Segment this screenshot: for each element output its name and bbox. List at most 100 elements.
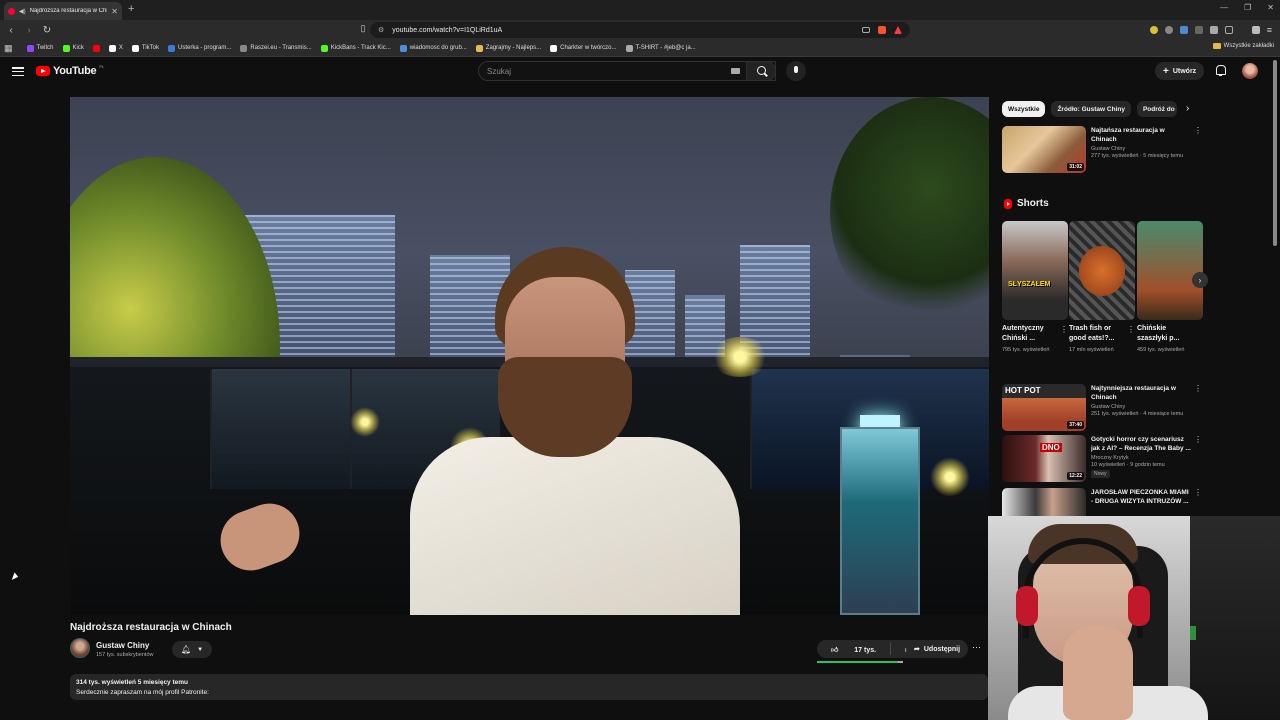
more-options-icon[interactable]: ⋮ (1060, 325, 1068, 334)
address-bar[interactable]: ⚙ youtube.com/watch?v=I1QLiRd1uA (370, 22, 910, 38)
chip-source-channel[interactable]: Źródło: Gustaw Chiny (1051, 101, 1131, 117)
short-item[interactable]: Trash fish or good eats!?... 17 mln wyśw… (1069, 221, 1135, 354)
recommended-video[interactable]: DNO 12:22 Gotycki horror czy scenariusz … (1002, 435, 1202, 482)
keyboard-icon[interactable] (731, 68, 740, 74)
bookmark-item[interactable]: Kick (62, 44, 84, 52)
more-options-icon[interactable]: ⋮ (1194, 384, 1202, 393)
share-button[interactable]: ➦ Udostępnij (906, 640, 969, 658)
speaker-icon[interactable]: ◀) (19, 8, 26, 15)
bottom-area (0, 700, 988, 720)
chips-next-icon[interactable]: › (1186, 103, 1189, 114)
like-ratio-fill (817, 661, 898, 663)
video-title[interactable]: Gotycki horror czy scenariusz jak z AI? … (1091, 435, 1202, 453)
browser-tab-active[interactable]: ◀) Najdroższa restauracja w Chi ✕ (4, 2, 122, 20)
chip-travel[interactable]: Podróż do (1136, 101, 1177, 117)
more-options-icon[interactable]: ⋮ (1194, 435, 1202, 444)
create-button[interactable]: + Utwórz (1155, 62, 1205, 80)
video-channel[interactable]: Gustaw Chiny (1091, 404, 1202, 410)
bookmark-item[interactable]: TikTok (131, 44, 160, 52)
recommended-video[interactable]: HOT POT 37:40 Najtynniejsza restauracja … (1002, 384, 1202, 431)
voice-search-icon[interactable] (786, 61, 806, 81)
search-button[interactable] (746, 61, 776, 81)
short-item[interactable]: SŁYSZAŁEM Autentyczny Chiński ... 795 ty… (1002, 221, 1068, 354)
short-item[interactable]: Chińskie szaszłyki p... 459 tys. wyświet… (1137, 221, 1203, 354)
video-channel[interactable]: Mroczny Krytyk (1091, 455, 1202, 461)
bookmark-item[interactable] (92, 44, 100, 52)
new-tab-button[interactable]: + (128, 3, 134, 15)
video-channel[interactable]: Gustaw Chiny (1091, 146, 1202, 152)
short-title[interactable]: Chińskie szaszłyki p... (1137, 324, 1203, 344)
minimize-icon[interactable]: — (1220, 3, 1228, 12)
bookmark-item[interactable]: Raszei.eu - Transmis... (240, 44, 312, 52)
extension-grey-icon[interactable] (1194, 26, 1203, 34)
bookmark-item[interactable]: Twitch (26, 44, 54, 52)
description-box[interactable]: 314 tys. wyświetleń 5 miesięcy temu Serd… (70, 674, 988, 700)
duration-badge: 31:02 (1067, 163, 1084, 171)
extensions-puzzle-icon[interactable] (1209, 26, 1218, 34)
video-thumbnail[interactable]: 31:02 (1002, 126, 1086, 173)
bookmark-item[interactable]: KickBans - Track Kic... (320, 44, 391, 52)
extension-yellow-icon[interactable] (1149, 26, 1158, 34)
more-options-icon[interactable]: ⋮ (1194, 126, 1202, 135)
brave-shield-icon[interactable] (878, 26, 886, 34)
short-thumbnail[interactable]: SŁYSZAŁEM (1002, 221, 1068, 320)
bookmark-label: Charkter w twórczo... (560, 45, 617, 51)
shorts-next-icon[interactable]: › (1192, 272, 1208, 288)
video-player[interactable] (70, 97, 989, 615)
recommended-video[interactable]: JAROSŁAW PIECZONKA MIAMI - DRUGA WIZYTA … (1002, 488, 1202, 516)
video-title[interactable]: JAROSŁAW PIECZONKA MIAMI - DRUGA WIZYTA … (1091, 488, 1202, 506)
short-thumbnail[interactable] (1137, 221, 1203, 320)
video-thumbnail[interactable] (1002, 488, 1086, 516)
bookmark-label: TikTok (141, 45, 160, 51)
site-info-icon[interactable]: ⚙ (378, 26, 384, 34)
short-thumbnail[interactable] (1069, 221, 1135, 320)
account-avatar[interactable] (1242, 63, 1258, 79)
chip-all[interactable]: Wszystkie (1002, 101, 1046, 117)
forward-icon[interactable]: › (22, 25, 36, 36)
apps-grid-icon[interactable]: ▦ (4, 43, 13, 54)
menu-icon[interactable]: ≡ (1267, 25, 1272, 35)
bookmark-label: X (118, 45, 123, 51)
extension-eye-icon[interactable] (1164, 26, 1173, 34)
bookmark-item[interactable]: T-SHIRT - #jeb@c ja... (625, 44, 696, 52)
channel-avatar[interactable] (70, 638, 90, 658)
bookmark-item[interactable]: Usterka - program... (168, 44, 231, 52)
close-window-icon[interactable]: ✕ (1267, 3, 1274, 12)
notifications-bell-icon[interactable] (1215, 65, 1226, 76)
video-title[interactable]: Najtynniejsza restauracja w Chinach (1091, 384, 1202, 402)
window-controls: — ❐ ✕ (1220, 3, 1274, 12)
recommended-video[interactable]: 31:02 Najtańsza restauracja w Chinach Gu… (1002, 126, 1202, 173)
extension-blue-icon[interactable] (1179, 26, 1188, 34)
bookmark-item[interactable]: wiadomosc do grub... (399, 44, 467, 52)
bookmark-item[interactable]: Charkter w twórczo... (550, 44, 617, 52)
video-thumbnail[interactable]: DNO 12:22 (1002, 435, 1086, 482)
all-bookmarks-folder[interactable]: Wszystkie zakładki (1212, 43, 1274, 49)
bookmark-label: Kick (72, 45, 84, 51)
sidebar-icon[interactable] (1224, 26, 1233, 34)
more-options-icon[interactable]: ⋮ (1127, 325, 1135, 334)
rewards-icon[interactable] (894, 26, 902, 34)
media-icon[interactable] (1251, 26, 1260, 34)
cast-icon[interactable] (862, 27, 870, 33)
close-tab-icon[interactable]: ✕ (111, 7, 118, 16)
reload-icon[interactable]: ↻ (40, 25, 54, 36)
video-thumbnail[interactable]: HOT POT 37:40 (1002, 384, 1086, 431)
video-title[interactable]: Najtańsza restauracja w Chinach (1091, 126, 1202, 144)
video-info: Najtańsza restauracja w Chinach Gustaw C… (1091, 126, 1202, 173)
maximize-icon[interactable]: ❐ (1244, 3, 1251, 12)
url-text[interactable]: youtube.com/watch?v=I1QLiRd1uA (392, 27, 502, 34)
bookmark-star-icon[interactable]: ▯ (356, 23, 370, 34)
bookmark-item[interactable]: Zagrajmy - Najleps... (475, 44, 541, 52)
bookmark-item[interactable]: X (108, 44, 123, 52)
more-actions-icon[interactable]: ⋯ (972, 642, 981, 653)
channel-name[interactable]: Gustaw Chiny (96, 641, 149, 650)
back-icon[interactable]: ‹ (4, 25, 18, 36)
youtube-logo[interactable]: YouTube PL (36, 64, 104, 77)
page-scrollbar[interactable] (1273, 60, 1277, 246)
short-title[interactable]: Trash fish or good eats!?... (1069, 324, 1135, 344)
short-title[interactable]: Autentyczny Chiński ... (1002, 324, 1068, 344)
subscribed-notifications-button[interactable]: 🔔︎ ▼ (172, 641, 212, 658)
more-options-icon[interactable]: ⋮ (1194, 488, 1202, 497)
guide-menu-icon[interactable] (12, 67, 24, 76)
like-button[interactable]: 👍︎ 17 tys. (817, 645, 890, 654)
